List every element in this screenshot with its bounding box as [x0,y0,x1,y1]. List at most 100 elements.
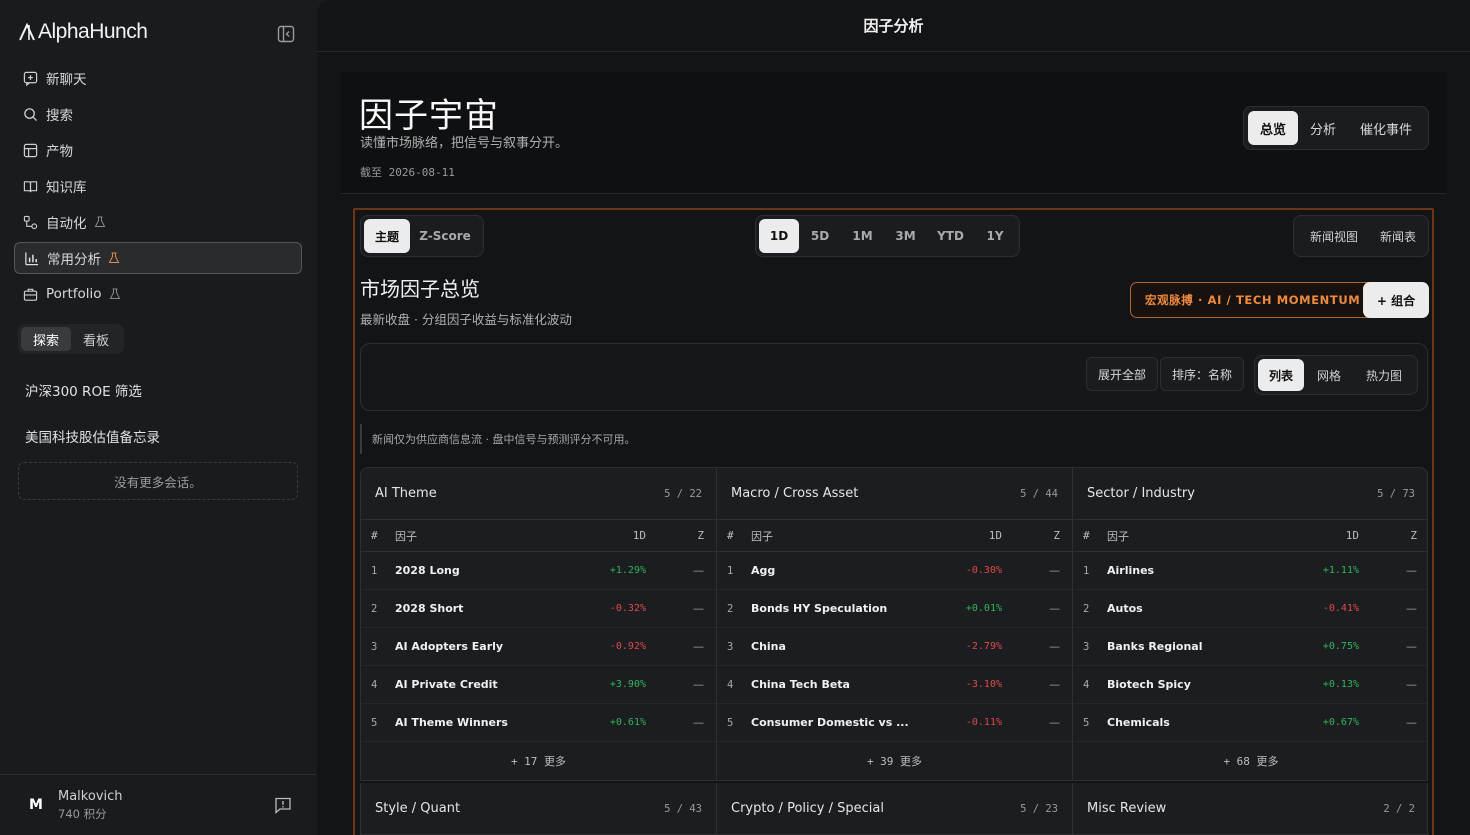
col-z: Z [1410,529,1417,542]
row-index: 2 [1083,602,1090,615]
group-count: 5 / 23 [1020,802,1058,815]
show-more-button[interactable]: + 39 更多 [717,742,1072,780]
factor-zscore: — [693,640,704,653]
table-row[interactable]: 4 China Tech Beta -3.10% — [717,666,1072,704]
tab-1d[interactable]: 1D [759,219,799,253]
group-header[interactable]: Macro / Cross Asset 5 / 44 [717,468,1072,520]
factor-panel: 主题 Z-Score 1D 5D 1M 3M YTD 1Y 新闻视图 新闻表 市… [353,208,1434,835]
avatar[interactable]: M [24,793,48,817]
factor-return: +1.29% [609,565,646,576]
factor-name: 2028 Short [395,602,464,615]
tab-explore[interactable]: 探索 [21,327,72,351]
conversation-item[interactable]: 美国科技股估值备忘录 [25,426,160,446]
tab-heatmap[interactable]: 热力图 [1354,359,1414,391]
factor-group-card: Crypto / Policy / Special 5 / 23 [717,783,1073,835]
factor-zscore: — [693,678,704,691]
sidebar-item-search[interactable]: 搜索 [14,98,302,130]
tab-news-view[interactable]: 新闻视图 [1297,219,1371,253]
table-row[interactable]: 5 AI Theme Winners +0.61% — [361,704,716,742]
tab-1y[interactable]: 1Y [974,219,1016,253]
sidebar-item-label: Portfolio [46,286,102,302]
tab-catalysts[interactable]: 催化事件 [1348,111,1424,145]
factor-group-card: Sector / Industry 5 / 73 # 因子 1D Z 1 Air… [1073,468,1427,780]
sidebar: AlphaHunch 新聊天 搜索 产物 知识库 自动化 常用分析 Portfo… [0,0,316,835]
table-row[interactable]: 2 Bonds HY Speculation +0.01% — [717,590,1072,628]
table-row[interactable]: 1 Agg -0.30% — [717,552,1072,590]
sidebar-item-portfolio[interactable]: Portfolio [14,278,302,310]
tab-zscore[interactable]: Z-Score [410,219,480,253]
row-index: 4 [371,678,378,691]
factor-return: +0.61% [609,717,646,728]
table-row[interactable]: 4 AI Private Credit +3.90% — [361,666,716,704]
tab-grid[interactable]: 网格 [1304,359,1354,391]
hero-title: 因子宇宙 [359,96,499,136]
group-name: Macro / Cross Asset [731,486,859,501]
table-row[interactable]: 3 Banks Regional +0.75% — [1073,628,1427,666]
factor-name: Autos [1107,602,1143,615]
table-row[interactable]: 2 2028 Short -0.32% — [361,590,716,628]
table-row[interactable]: 3 China -2.79% — [717,628,1072,666]
sidebar-item-artifacts[interactable]: 产物 [14,134,302,166]
tab-board[interactable]: 看板 [71,327,121,351]
row-index: 4 [1083,678,1090,691]
sidebar-item-new-chat[interactable]: 新聊天 [14,62,302,94]
col-factor: 因子 [395,529,417,543]
factor-return: -0.41% [1322,603,1359,614]
table-row[interactable]: 5 Consumer Domestic vs ... -0.11% — [717,704,1072,742]
factor-name: AI Private Credit [395,678,498,691]
user-profile[interactable]: M Malkovich 740 积分 [0,774,316,835]
group-header[interactable]: Sector / Industry 5 / 73 [1073,468,1427,520]
show-more-button[interactable]: + 68 更多 [1073,742,1427,780]
sidebar-item-label: 产物 [46,144,73,160]
factor-group-card: Macro / Cross Asset 5 / 44 # 因子 1D Z 1 A… [717,468,1073,780]
show-more-button[interactable]: + 17 更多 [361,742,716,780]
tab-5d[interactable]: 5D [799,219,841,253]
group-count: 5 / 73 [1377,487,1415,500]
tab-overview[interactable]: 总览 [1248,111,1299,145]
sidebar-item-common-analysis[interactable]: 常用分析 [14,242,302,274]
collapse-sidebar-button[interactable] [276,24,296,44]
app-logo[interactable]: AlphaHunch [18,20,148,44]
tab-list[interactable]: 列表 [1258,359,1304,391]
table-row[interactable]: 3 AI Adopters Early -0.92% — [361,628,716,666]
group-header[interactable]: Misc Review 2 / 2 [1073,783,1429,835]
tab-analysis[interactable]: 分析 [1298,111,1348,145]
conversation-item[interactable]: 沪深300 ROE 筛选 [25,380,142,400]
expand-all-button[interactable]: 展开全部 [1086,357,1159,391]
factor-name: 2028 Long [395,564,460,577]
col-z: Z [697,529,704,542]
table-row[interactable]: 4 Biotech Spicy +0.13% — [1073,666,1427,704]
group-header[interactable]: Crypto / Policy / Special 5 / 23 [717,783,1072,835]
sort-button[interactable]: 排序：名称 [1160,357,1245,391]
factor-groups: AI Theme 5 / 22 # 因子 1D Z 1 2028 Long +1… [360,467,1428,781]
add-combination-button[interactable]: + 组合 [1363,282,1429,318]
col-index: # [727,529,734,542]
factor-name: Consumer Domestic vs ... [751,716,909,729]
table-row[interactable]: 5 Chemicals +0.67% — [1073,704,1427,742]
col-factor: 因子 [1107,529,1129,543]
factor-name: Biotech Spicy [1107,678,1191,691]
tab-3m[interactable]: 3M [884,219,927,253]
table-row[interactable]: 2 Autos -0.41% — [1073,590,1427,628]
briefcase-icon [22,286,38,302]
group-name: Sector / Industry [1087,486,1195,501]
macro-pulse-button[interactable]: 宏观脉搏 · AI / TECH MOMENTUM [1130,282,1376,318]
table-row[interactable]: 1 2028 Long +1.29% — [361,552,716,590]
sidebar-item-label: 自动化 [46,216,87,232]
factor-zscore: — [693,716,704,729]
sidebar-item-knowledge[interactable]: 知识库 [14,170,302,202]
period-tabs: 1D 5D 1M 3M YTD 1Y [755,215,1020,257]
group-header[interactable]: Style / Quant 5 / 43 [361,783,716,835]
feedback-icon[interactable] [274,796,292,814]
factor-return: -0.92% [609,641,646,652]
factor-zscore: — [1406,602,1417,615]
sidebar-item-automation[interactable]: 自动化 [14,206,302,238]
factor-return: +1.11% [1322,565,1359,576]
tab-ytd[interactable]: YTD [927,219,974,253]
tab-news-table[interactable]: 新闻表 [1371,219,1425,253]
group-name: AI Theme [375,486,437,501]
tab-theme[interactable]: 主题 [364,219,410,253]
group-header[interactable]: AI Theme 5 / 22 [361,468,716,520]
tab-1m[interactable]: 1M [841,219,884,253]
table-row[interactable]: 1 Airlines +1.11% — [1073,552,1427,590]
